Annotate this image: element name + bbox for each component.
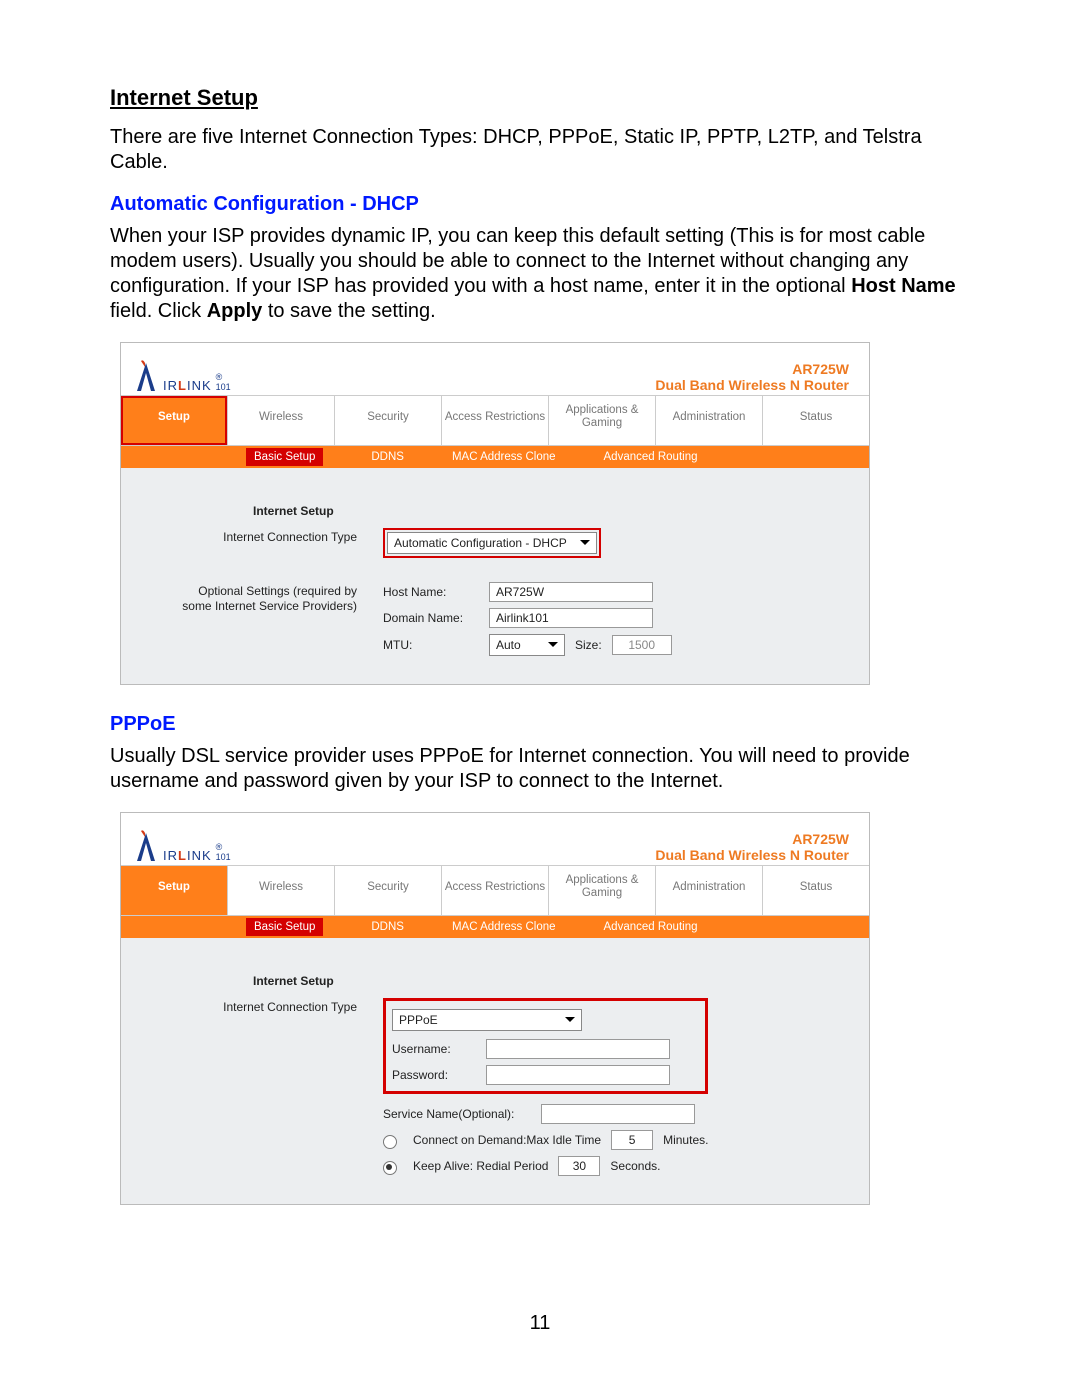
tab-setup[interactable]: Setup (121, 866, 228, 915)
dhcp-bold-apply: Apply (207, 300, 263, 322)
redial-period-input[interactable]: 30 (558, 1156, 600, 1176)
ict-label: Internet Connection Type (167, 528, 383, 545)
logo-sub: 101 (216, 852, 231, 862)
airlink-logo: IRLINK ®101 (131, 359, 231, 393)
logo-a-icon (131, 359, 161, 393)
logo-text-ir: IR (163, 378, 178, 393)
main-tab-bar: Setup Wireless Security Access Restricti… (121, 395, 869, 446)
username-label: Username: (392, 1042, 476, 1056)
logo-text-ir: IR (163, 848, 178, 863)
page-number: 11 (0, 1312, 1080, 1335)
logo-text-l: L (178, 378, 187, 393)
size-label: Size: (575, 638, 602, 652)
airlink-logo: IRLINK ®101 (131, 829, 231, 863)
connect-on-demand-radio[interactable] (383, 1135, 397, 1149)
tab-security[interactable]: Security (335, 866, 442, 915)
sub-tab-bar: Basic Setup DDNS MAC Address Clone Advan… (121, 916, 869, 938)
subtab-advanced-routing[interactable]: Advanced Routing (604, 451, 698, 463)
mtu-size-input[interactable]: 1500 (612, 635, 672, 655)
dhcp-paragraph: When your ISP provides dynamic IP, you c… (110, 224, 970, 324)
domain-label: Domain Name: (383, 611, 479, 625)
panel-title: Internet Setup (167, 974, 845, 988)
router-model: AR725W (655, 361, 849, 377)
router-screenshot-dhcp: IRLINK ®101 AR725W Dual Band Wireless N … (120, 342, 870, 685)
tab-wireless[interactable]: Wireless (228, 396, 335, 445)
keep-alive-label: Keep Alive: Redial Period (413, 1159, 548, 1173)
pppoe-heading: PPPoE (110, 713, 970, 736)
tab-setup[interactable]: Setup (121, 396, 228, 445)
service-name-label: Service Name(Optional): (383, 1107, 531, 1121)
logo-text-l: L (178, 848, 187, 863)
mtu-select[interactable]: Auto (489, 634, 565, 656)
logo-reg: ® (216, 842, 223, 852)
keep-alive-radio[interactable] (383, 1161, 397, 1175)
subtab-ddns[interactable]: DDNS (371, 451, 404, 463)
router-tagline: Dual Band Wireless N Router (655, 377, 849, 393)
router-screenshot-pppoe: IRLINK ®101 AR725W Dual Band Wireless N … (120, 812, 870, 1205)
logo-sub: 101 (216, 382, 231, 392)
ict-select[interactable]: PPPoE (392, 1009, 582, 1031)
tab-access-restrictions[interactable]: Access Restrictions (442, 396, 549, 445)
ict-select[interactable]: Automatic Configuration - DHCP (387, 532, 597, 554)
pppoe-paragraph: Usually DSL service provider uses PPPoE … (110, 744, 970, 794)
mtu-label: MTU: (383, 638, 479, 652)
tab-administration[interactable]: Administration (656, 866, 763, 915)
subtab-mac-clone[interactable]: MAC Address Clone (452, 921, 556, 933)
logo-reg: ® (216, 372, 223, 382)
idle-time-input[interactable]: 5 (611, 1130, 653, 1150)
tab-status[interactable]: Status (763, 866, 869, 915)
tab-applications-gaming[interactable]: Applications & Gaming (549, 866, 656, 915)
username-input[interactable] (486, 1039, 670, 1059)
dhcp-bold-hostname: Host Name (851, 275, 955, 297)
ict-label: Internet Connection Type (167, 998, 383, 1015)
subtab-ddns[interactable]: DDNS (371, 921, 404, 933)
intro-paragraph: There are five Internet Connection Types… (110, 125, 970, 175)
domain-input[interactable]: Airlink101 (489, 608, 653, 628)
section-heading: Internet Setup (110, 85, 970, 111)
tab-wireless[interactable]: Wireless (228, 866, 335, 915)
service-name-input[interactable] (541, 1104, 695, 1124)
subtab-basic-setup[interactable]: Basic Setup (246, 448, 323, 466)
minutes-label: Minutes. (663, 1133, 708, 1147)
connect-on-demand-label: Connect on Demand:Max Idle Time (413, 1133, 601, 1147)
router-tagline: Dual Band Wireless N Router (655, 847, 849, 863)
tab-applications-gaming[interactable]: Applications & Gaming (549, 396, 656, 445)
panel-title: Internet Setup (167, 504, 845, 518)
subtab-basic-setup[interactable]: Basic Setup (246, 918, 323, 936)
dhcp-text-mid: field. Click (110, 300, 207, 322)
logo-a-icon (131, 829, 161, 863)
sub-tab-bar: Basic Setup DDNS MAC Address Clone Advan… (121, 446, 869, 468)
password-input[interactable] (486, 1065, 670, 1085)
tab-administration[interactable]: Administration (656, 396, 763, 445)
optional-settings-label: Optional Settings (required by some Inte… (167, 582, 383, 614)
router-model: AR725W (655, 831, 849, 847)
seconds-label: Seconds. (610, 1159, 660, 1173)
subtab-advanced-routing[interactable]: Advanced Routing (604, 921, 698, 933)
dhcp-text-post: to save the setting. (262, 300, 435, 322)
dhcp-text-pre: When your ISP provides dynamic IP, you c… (110, 225, 925, 297)
hostname-label: Host Name: (383, 585, 479, 599)
subtab-mac-clone[interactable]: MAC Address Clone (452, 451, 556, 463)
tab-security[interactable]: Security (335, 396, 442, 445)
logo-text-ink: INK (187, 378, 212, 393)
main-tab-bar: Setup Wireless Security Access Restricti… (121, 865, 869, 916)
dhcp-heading: Automatic Configuration - DHCP (110, 193, 970, 216)
hostname-input[interactable]: AR725W (489, 582, 653, 602)
password-label: Password: (392, 1068, 476, 1082)
tab-access-restrictions[interactable]: Access Restrictions (442, 866, 549, 915)
logo-text-ink: INK (187, 848, 212, 863)
tab-status[interactable]: Status (763, 396, 869, 445)
